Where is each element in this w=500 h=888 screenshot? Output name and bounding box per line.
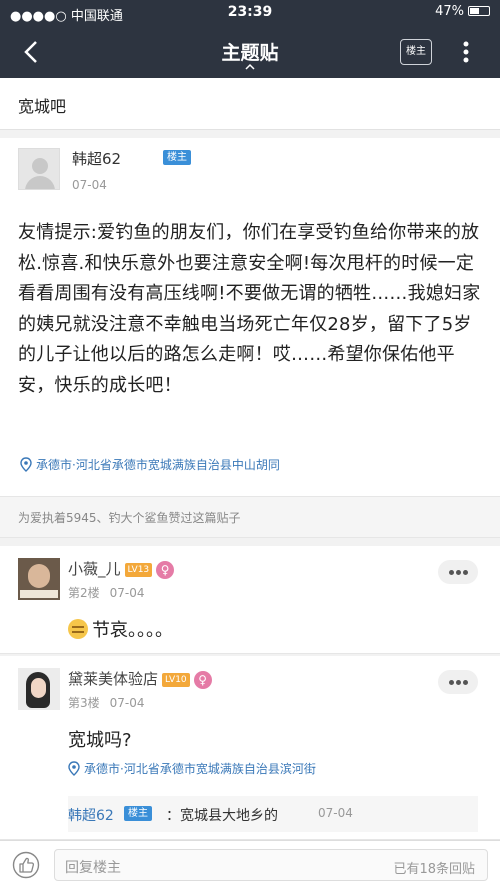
- nav-bar: 主题贴 楼主: [0, 26, 500, 78]
- battery-indicator: 47%: [435, 4, 490, 19]
- likes-text: 为爱执着5945、钓大个鲨鱼赞过这篇贴子: [18, 511, 241, 525]
- level-badge: LV13: [124, 563, 153, 577]
- face-shape: [28, 564, 50, 588]
- sub-reply-text: ：宽城县大地乡的: [166, 808, 278, 824]
- more-dot: [456, 680, 461, 685]
- post-body: 友情提示:爱钓鱼的朋友们，你们在享受钓鱼给你带来的放松.惊喜.和快乐意外也要注意…: [18, 222, 481, 396]
- reply-author[interactable]: 黛莱美体验店 LV10 ♀: [68, 668, 212, 689]
- reply-item: 小薇_儿 LV13 ♀ 第2楼 07-04 节哀。。。。: [0, 546, 500, 654]
- reply-input[interactable]: 回复楼主 已有18条回贴: [54, 849, 488, 881]
- avatar[interactable]: [18, 558, 60, 600]
- avatar[interactable]: [18, 148, 60, 190]
- female-icon: ♀: [193, 671, 212, 689]
- location-pin-icon: [68, 761, 80, 776]
- original-post: 韩超62 楼主 07-04 友情提示:爱钓鱼的朋友们，你们在享受钓鱼给你带来的放…: [0, 138, 500, 496]
- more-horizontal-icon: [449, 680, 454, 685]
- forum-name[interactable]: 宽城吧: [18, 93, 66, 117]
- reply-floor: 第3楼: [68, 696, 100, 710]
- battery-percent: 47%: [435, 4, 464, 19]
- reply-floor: 第2楼: [68, 586, 100, 600]
- female-icon: ♀: [156, 561, 175, 579]
- only-owner-button[interactable]: 楼主: [400, 39, 432, 65]
- forum-header[interactable]: 宽城吧: [0, 78, 500, 130]
- location-pin-icon: [20, 457, 32, 472]
- reply-more-button[interactable]: [438, 560, 478, 584]
- face-shape: [31, 678, 46, 698]
- owner-badge: 楼主: [163, 150, 191, 165]
- reply-date: 07-04: [109, 586, 145, 600]
- reply-meta: 第2楼 07-04: [68, 584, 155, 601]
- author-name[interactable]: 韩超62: [72, 148, 121, 169]
- more-dot: [456, 570, 461, 575]
- reply-body: 节哀。。。。: [68, 616, 173, 642]
- person-icon: [32, 158, 48, 174]
- sad-face-icon: [68, 619, 88, 639]
- reply-author-name: 黛莱美体验店: [68, 670, 159, 688]
- chevron-up-icon[interactable]: [243, 62, 257, 72]
- person-icon-body: [25, 176, 55, 189]
- reply-date: 07-04: [109, 696, 145, 710]
- clock: 23:39: [227, 4, 273, 20]
- reply-author[interactable]: 小薇_儿 LV13 ♀: [68, 558, 175, 579]
- more-dot: [463, 570, 468, 575]
- avatar-caption-strip: [20, 590, 58, 598]
- more-vertical-icon[interactable]: [456, 39, 476, 65]
- post-location[interactable]: 承德市·河北省承德市宽城满族自治县中山胡同: [20, 456, 280, 473]
- avatar[interactable]: [18, 668, 60, 710]
- sub-reply[interactable]: 韩超62 楼主 ：宽城县大地乡的 07-04: [68, 796, 478, 832]
- owner-badge: 楼主: [124, 806, 152, 821]
- reply-author-name: 小薇_儿: [68, 560, 121, 578]
- status-bar: ●●●●○ 中国联通 23:39 47%: [0, 0, 500, 26]
- level-badge: LV10: [162, 673, 190, 687]
- reply-more-button[interactable]: [438, 670, 478, 694]
- reply-body: 宽城吗?: [68, 730, 132, 751]
- bottom-bar: 回复楼主 已有18条回贴: [0, 840, 500, 888]
- thumbs-up-icon[interactable]: [12, 851, 40, 879]
- sub-reply-date: 07-04: [318, 806, 353, 820]
- reply-count: 已有18条回贴: [393, 862, 475, 877]
- reply-placeholder: 回复楼主: [65, 860, 121, 876]
- reply-item: 黛莱美体验店 LV10 ♀ 第3楼 07-04 宽城吗? 承德市·河北省承德市宽城满族…: [0, 656, 500, 840]
- more-dot: [463, 680, 468, 685]
- battery-icon: [468, 6, 490, 16]
- sub-reply-author[interactable]: 韩超62: [68, 805, 114, 825]
- reply-meta: 第3楼 07-04: [68, 694, 155, 711]
- likes-bar: 为爱执着5945、钓大个鲨鱼赞过这篇贴子: [0, 496, 500, 538]
- location-text: 承德市·河北省承德市宽城满族自治县滨河街: [84, 762, 316, 776]
- post-date: 07-04: [72, 178, 107, 192]
- reply-location[interactable]: 承德市·河北省承德市宽城满族自治县滨河街: [68, 760, 316, 777]
- reply-text: 节哀。。。。: [92, 620, 173, 641]
- location-text: 承德市·河北省承德市宽城满族自治县中山胡同: [36, 458, 280, 472]
- more-horizontal-icon: [449, 570, 454, 575]
